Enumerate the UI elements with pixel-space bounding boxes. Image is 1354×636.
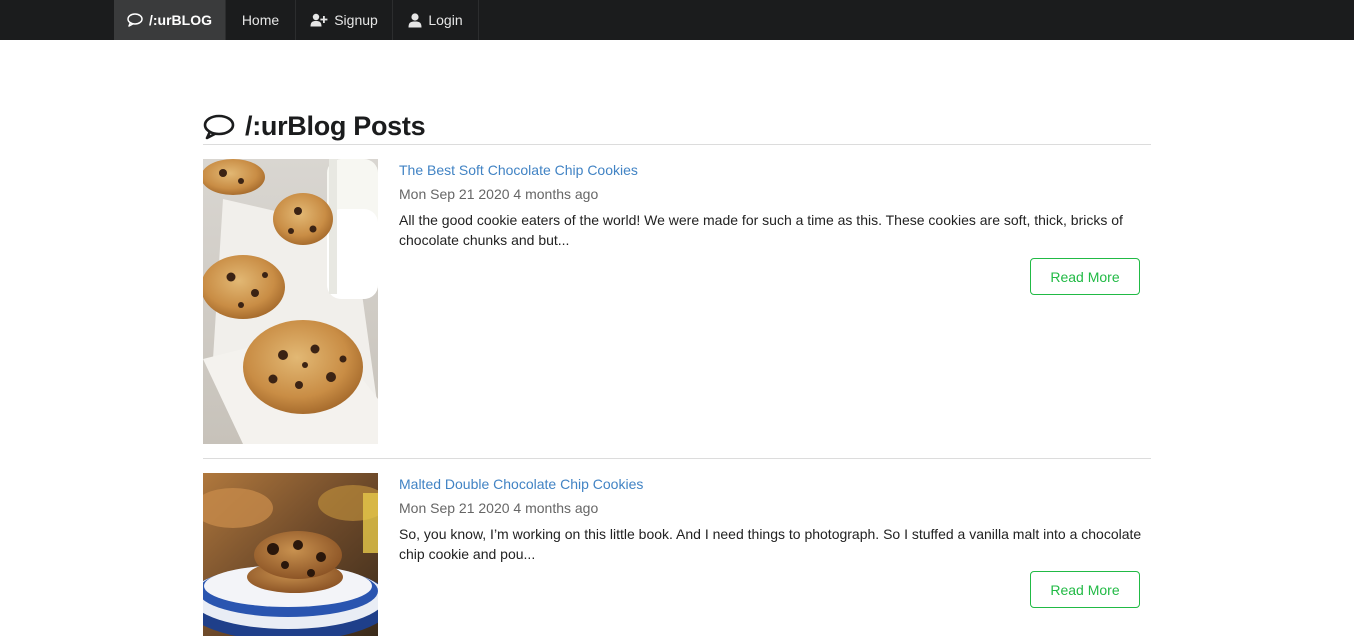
nav-login[interactable]: Login bbox=[393, 0, 479, 40]
post-item: Malted Double Chocolate Chip Cookies Mon… bbox=[203, 473, 1151, 636]
post-title-link[interactable]: Malted Double Chocolate Chip Cookies bbox=[399, 476, 1143, 493]
brand-link[interactable]: /:urBLOG bbox=[114, 0, 226, 40]
post-thumbnail[interactable] bbox=[203, 159, 378, 444]
user-icon bbox=[408, 12, 422, 28]
post-excerpt: So, you know, I’m working on this little… bbox=[399, 526, 1142, 562]
read-more-button[interactable]: Read More bbox=[1030, 258, 1140, 295]
post-item: The Best Soft Chocolate Chip Cookies Mon… bbox=[203, 159, 1151, 459]
user-plus-icon bbox=[310, 13, 328, 27]
nav-login-label: Login bbox=[428, 12, 463, 28]
nav-home-label: Home bbox=[241, 12, 280, 28]
post-title-link[interactable]: The Best Soft Chocolate Chip Cookies bbox=[399, 162, 1143, 179]
page-header: /:urBlog Posts bbox=[203, 108, 1151, 145]
navbar-menu: /:urBLOG Home Signup Login bbox=[114, 0, 479, 40]
post-content: Malted Double Chocolate Chip Cookies Mon… bbox=[399, 473, 1143, 564]
speech-bubble-icon bbox=[203, 114, 235, 140]
post-content: The Best Soft Chocolate Chip Cookies Mon… bbox=[399, 159, 1143, 250]
nav-signup[interactable]: Signup bbox=[296, 0, 393, 40]
page-title: /:urBlog Posts bbox=[245, 110, 426, 141]
post-date: Mon Sep 21 2020 4 months ago bbox=[399, 186, 599, 202]
nav-signup-label: Signup bbox=[334, 12, 378, 28]
post-date: Mon Sep 21 2020 4 months ago bbox=[399, 500, 599, 516]
post-excerpt: All the good cookie eaters of the world!… bbox=[399, 212, 1123, 248]
top-navbar: /:urBLOG Home Signup Login bbox=[0, 0, 1354, 40]
post-thumbnail[interactable] bbox=[203, 473, 378, 636]
speech-bubble-icon bbox=[127, 13, 143, 27]
read-more-button[interactable]: Read More bbox=[1030, 571, 1140, 608]
brand-label: /:urBLOG bbox=[149, 12, 212, 28]
nav-home[interactable]: Home bbox=[226, 0, 296, 40]
